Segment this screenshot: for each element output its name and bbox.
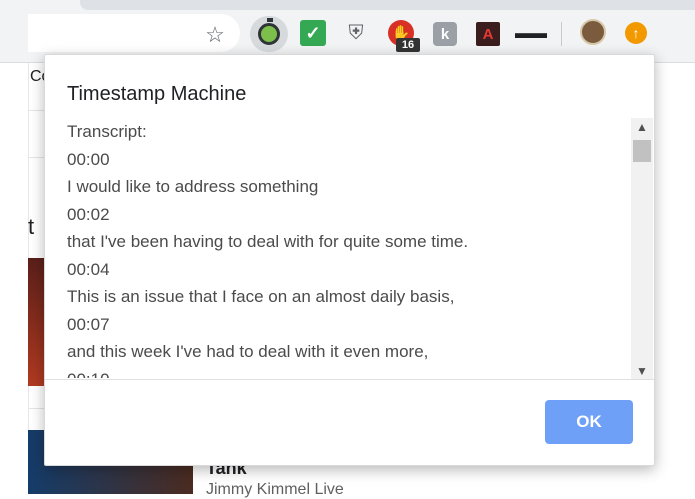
timestamp-dialog: Timestamp Machine Transcript: 00:00 I wo… (44, 54, 655, 466)
transcript-line: 00:04 (67, 259, 110, 279)
check-icon[interactable]: ✓ (300, 20, 326, 46)
transcript-scrollbar[interactable]: ▲ ▼ (631, 118, 653, 380)
star-icon[interactable]: ☆ (202, 22, 228, 48)
mask-icon[interactable]: ▬▬ (515, 22, 547, 46)
k-icon[interactable]: k (433, 22, 457, 46)
tab-strip (80, 0, 695, 10)
toolbar-separator (561, 22, 562, 46)
video-thumbnail[interactable] (28, 258, 44, 386)
transcript-line: 00:07 (67, 314, 110, 334)
scrollbar-thumb[interactable] (633, 140, 651, 162)
transcript-line: 00:02 (67, 204, 110, 224)
ok-button[interactable]: OK (545, 400, 633, 444)
page-left-edge (0, 0, 29, 494)
transcript-line: I would like to address something (67, 177, 319, 196)
timer-icon (258, 18, 280, 45)
page-partial-text-mid: t (28, 214, 35, 239)
update-icon[interactable]: ↑ (625, 22, 647, 44)
pdf-icon[interactable]: A (476, 22, 500, 46)
transcript-line: This is an issue that I face on an almos… (67, 287, 455, 306)
shield-icon[interactable]: ⛨ (343, 20, 369, 46)
transcript-line: and this week I've had to deal with it e… (67, 342, 429, 361)
transcript-line: Transcript: (67, 122, 147, 141)
extension-timer-button[interactable] (250, 16, 288, 52)
transcript-line: 00:00 (67, 149, 110, 169)
transcript-text: Transcript: 00:00 I would like to addres… (67, 118, 632, 378)
dialog-title: Timestamp Machine (67, 83, 247, 105)
transcript-line: that I've been having to deal with for q… (67, 232, 469, 251)
dialog-divider (45, 379, 654, 380)
avatar[interactable] (580, 19, 606, 45)
extension-badge: 16 (396, 38, 420, 52)
channel-name[interactable]: Jimmy Kimmel Live (206, 481, 344, 499)
scroll-down-icon[interactable]: ▼ (631, 362, 653, 380)
scroll-up-icon[interactable]: ▲ (631, 118, 653, 136)
transcript-line: 00:10 (67, 366, 632, 379)
